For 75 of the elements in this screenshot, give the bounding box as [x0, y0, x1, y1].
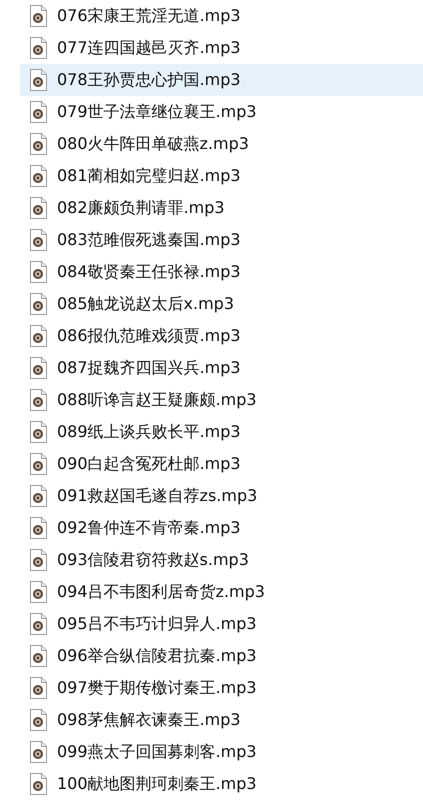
audio-file-icon — [30, 581, 47, 603]
file-item[interactable]: 087捉魏齐四国兴兵.mp3 — [20, 352, 423, 384]
file-item[interactable]: 095吕不韦巧计归异人.mp3 — [20, 608, 423, 640]
file-name: 086报仇范雎戏须贾.mp3 — [57, 326, 241, 346]
file-item[interactable]: 092鲁仲连不肯帝秦.mp3 — [20, 512, 423, 544]
file-item[interactable]: 093信陵君窃符救赵s.mp3 — [20, 544, 423, 576]
audio-file-icon — [30, 69, 47, 91]
file-item[interactable]: 094吕不韦图利居奇货z.mp3 — [20, 576, 423, 608]
file-name: 091救赵国毛遂自荐zs.mp3 — [57, 486, 258, 506]
file-item[interactable]: 080火牛阵田单破燕z.mp3 — [20, 128, 423, 160]
audio-file-icon — [30, 37, 47, 59]
file-name: 078王孙贾忠心护国.mp3 — [57, 70, 241, 90]
audio-file-icon — [30, 389, 47, 411]
audio-file-icon — [30, 517, 47, 539]
file-item[interactable]: 078王孙贾忠心护国.mp3 — [20, 64, 423, 96]
audio-file-icon — [30, 773, 47, 795]
audio-file-icon — [30, 325, 47, 347]
audio-file-icon — [30, 5, 47, 27]
audio-file-icon — [30, 293, 47, 315]
file-item[interactable]: 090白起含冤死杜邮.mp3 — [20, 448, 423, 480]
file-name: 096举合纵信陵君抗秦.mp3 — [57, 646, 257, 666]
file-name: 082廉颇负荆请罪.mp3 — [57, 198, 225, 218]
file-item[interactable]: 096举合纵信陵君抗秦.mp3 — [20, 640, 423, 672]
audio-file-icon — [30, 741, 47, 763]
file-name: 088听谗言赵王疑廉颇.mp3 — [57, 390, 257, 410]
file-name: 099燕太子回国募刺客.mp3 — [57, 742, 257, 762]
file-item[interactable]: 097樊于期传檄讨秦王.mp3 — [20, 672, 423, 704]
file-name: 095吕不韦巧计归异人.mp3 — [57, 614, 257, 634]
audio-file-icon — [30, 197, 47, 219]
file-item[interactable]: 084敬贤秦王任张禄.mp3 — [20, 256, 423, 288]
audio-file-icon — [30, 645, 47, 667]
audio-file-icon — [30, 133, 47, 155]
file-name: 090白起含冤死杜邮.mp3 — [57, 454, 241, 474]
file-name: 076宋康王荒淫无道.mp3 — [57, 6, 241, 26]
file-name: 100献地图荆珂刺秦王.mp3 — [57, 774, 257, 794]
file-name: 089纸上谈兵败长平.mp3 — [57, 422, 241, 442]
audio-file-icon — [30, 613, 47, 635]
file-item[interactable]: 076宋康王荒淫无道.mp3 — [20, 0, 423, 32]
file-item[interactable]: 098茅焦解衣谏秦王.mp3 — [20, 704, 423, 736]
file-name: 083范雎假死逃秦国.mp3 — [57, 230, 241, 250]
file-name: 092鲁仲连不肯帝秦.mp3 — [57, 518, 241, 538]
file-item[interactable]: 086报仇范雎戏须贾.mp3 — [20, 320, 423, 352]
file-name: 097樊于期传檄讨秦王.mp3 — [57, 678, 257, 698]
file-item[interactable]: 083范雎假死逃秦国.mp3 — [20, 224, 423, 256]
file-item[interactable]: 091救赵国毛遂自荐zs.mp3 — [20, 480, 423, 512]
audio-file-icon — [30, 485, 47, 507]
file-item[interactable]: 100献地图荆珂刺秦王.mp3 — [20, 768, 423, 800]
audio-file-icon — [30, 453, 47, 475]
file-name: 087捉魏齐四国兴兵.mp3 — [57, 358, 241, 378]
audio-file-icon — [30, 165, 47, 187]
file-name: 079世子法章继位襄王.mp3 — [57, 102, 257, 122]
file-item[interactable]: 099燕太子回国募刺客.mp3 — [20, 736, 423, 768]
file-item[interactable]: 077连四国越邑灭齐.mp3 — [20, 32, 423, 64]
file-name: 080火牛阵田单破燕z.mp3 — [57, 134, 249, 154]
file-item[interactable]: 085触龙说赵太后x.mp3 — [20, 288, 423, 320]
audio-file-icon — [30, 357, 47, 379]
audio-file-icon — [30, 229, 47, 251]
audio-file-icon — [30, 549, 47, 571]
file-name: 077连四国越邑灭齐.mp3 — [57, 38, 241, 58]
file-item[interactable]: 079世子法章继位襄王.mp3 — [20, 96, 423, 128]
audio-file-icon — [30, 261, 47, 283]
file-item[interactable]: 088听谗言赵王疑廉颇.mp3 — [20, 384, 423, 416]
audio-file-icon — [30, 677, 47, 699]
audio-file-icon — [30, 709, 47, 731]
file-name: 093信陵君窃符救赵s.mp3 — [57, 550, 249, 570]
file-name: 084敬贤秦王任张禄.mp3 — [57, 262, 241, 282]
file-item[interactable]: 082廉颇负荆请罪.mp3 — [20, 192, 423, 224]
file-name: 081蔺相如完璧归赵.mp3 — [57, 166, 241, 186]
audio-file-icon — [30, 101, 47, 123]
file-name: 094吕不韦图利居奇货z.mp3 — [57, 582, 265, 602]
file-item[interactable]: 081蔺相如完璧归赵.mp3 — [20, 160, 423, 192]
file-item[interactable]: 089纸上谈兵败长平.mp3 — [20, 416, 423, 448]
audio-file-icon — [30, 421, 47, 443]
file-name: 098茅焦解衣谏秦王.mp3 — [57, 710, 241, 730]
file-name: 085触龙说赵太后x.mp3 — [57, 294, 234, 314]
